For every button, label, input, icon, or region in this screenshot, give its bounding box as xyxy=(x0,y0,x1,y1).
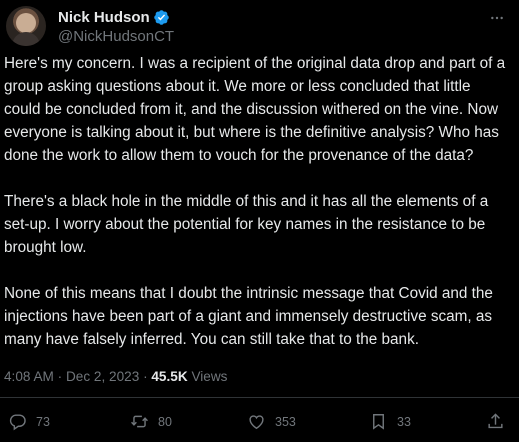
post-text: Here's my concern. I was a recipient of … xyxy=(4,52,510,374)
post-paragraph: There's a black hole in the middle of th… xyxy=(4,193,489,256)
action-bar: 73 80 353 33 xyxy=(0,412,519,436)
bookmark-icon xyxy=(373,414,384,430)
repost-arrows-icon xyxy=(131,415,148,428)
meta-separator: · xyxy=(143,369,148,384)
post-meta: 4:08 AM · Dec 2, 2023 · 45.5K Views xyxy=(4,369,227,384)
repost-count: 80 xyxy=(158,414,172,429)
post-date[interactable]: Dec 2, 2023 xyxy=(66,369,139,384)
share-upload-icon xyxy=(488,413,503,429)
more-dots-icon[interactable] xyxy=(489,10,505,26)
reply-count: 73 xyxy=(36,414,50,429)
post-paragraph: None of this means that I doubt the intr… xyxy=(4,285,493,348)
name-row: Nick Hudson xyxy=(58,8,174,27)
avatar[interactable] xyxy=(6,6,46,46)
reply-bubble-icon xyxy=(9,414,26,431)
reply-button[interactable]: 73 xyxy=(8,412,50,431)
views-label: Views xyxy=(191,369,228,384)
like-button[interactable]: 353 xyxy=(247,412,296,431)
heart-icon xyxy=(249,415,264,430)
post-time[interactable]: 4:08 AM xyxy=(4,369,54,384)
meta-separator: · xyxy=(57,369,63,384)
post-paragraph: Here's my concern. I was a recipient of … xyxy=(4,55,506,164)
like-count: 353 xyxy=(275,414,296,429)
author-handle[interactable]: @NickHudsonCT xyxy=(58,28,174,45)
repost-button[interactable]: 80 xyxy=(130,412,172,431)
author-names: Nick Hudson @NickHudsonCT xyxy=(58,8,174,45)
divider xyxy=(0,397,519,398)
bookmark-button[interactable]: 33 xyxy=(369,412,411,431)
views-count: 45.5K xyxy=(151,369,188,384)
post-card: Nick Hudson @NickHudsonCT Here's my conc… xyxy=(0,0,519,442)
verified-badge-icon xyxy=(153,9,169,25)
share-button[interactable] xyxy=(486,412,505,431)
author-display-name[interactable]: Nick Hudson xyxy=(58,9,150,26)
post-header: Nick Hudson @NickHudsonCT xyxy=(6,6,174,46)
bookmark-count: 33 xyxy=(397,414,411,429)
